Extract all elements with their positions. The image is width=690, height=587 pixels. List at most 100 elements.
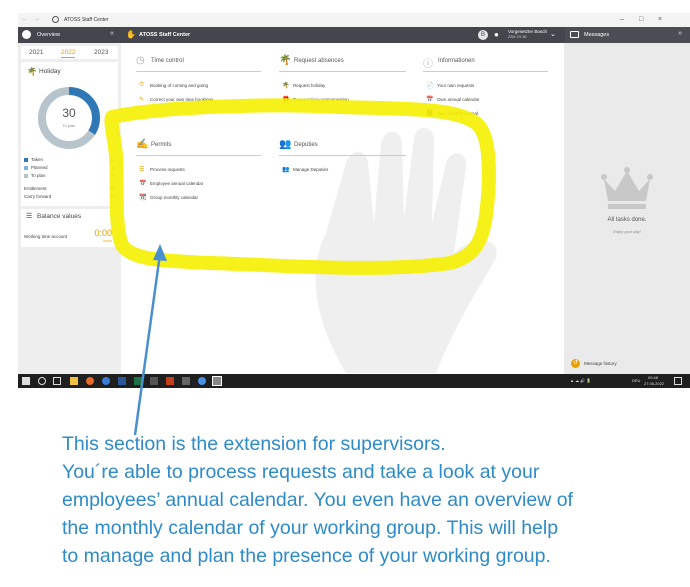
section-deputies: 👥 Deputies 👥 Manage Deputies: [279, 139, 406, 179]
link-correct-bookings[interactable]: ✎ Correct your own time bookings: [136, 96, 261, 104]
hand-logo-icon: ✋: [126, 30, 136, 39]
powerpoint-icon[interactable]: [166, 377, 174, 385]
envelope-icon: [570, 31, 579, 38]
window-titlebar: ← → ATOSS Staff Center – □ ×: [18, 13, 690, 27]
user-name[interactable]: Vorgesetzter Bosch: [508, 29, 547, 34]
calendar-icon: 📆: [139, 195, 147, 201]
link-employee-annual-calendar[interactable]: 📅 Employee annual calendar: [136, 180, 261, 188]
entitlement-row: Entitlement 30: [24, 186, 115, 193]
clock-time[interactable]: 09:48: [648, 375, 658, 380]
link-booking-coming-going[interactable]: ⏱ Booking of coming and going: [136, 82, 261, 90]
link-request-holiday[interactable]: 🌴 Request holiday: [279, 82, 406, 90]
tray-icons[interactable]: ▲ ☁ 🔊 🔋: [570, 378, 591, 383]
app-icon[interactable]: [182, 377, 190, 385]
task-view-icon[interactable]: [53, 377, 61, 385]
section-divider: [136, 71, 261, 72]
app-title: ATOSS Staff Center: [139, 32, 191, 38]
link-process-requests[interactable]: ☰ Process requests: [136, 166, 261, 174]
word-icon[interactable]: [118, 377, 126, 385]
close-button[interactable]: ×: [658, 16, 662, 23]
link-own-requests[interactable]: 📄 Your own requests: [423, 82, 548, 90]
notification-badge[interactable]: B: [478, 30, 488, 40]
legend-row-planned: Planned 0: [24, 165, 115, 172]
info-icon: ⓘ: [423, 59, 433, 70]
section-divider: [136, 155, 261, 156]
user-icon[interactable]: ●: [494, 30, 499, 39]
notification-center-icon[interactable]: [674, 377, 682, 385]
callout-line: You´re able to process requests and take…: [62, 461, 540, 483]
overview-label[interactable]: Overview: [37, 32, 60, 38]
link-label: Own annual calendar: [437, 97, 480, 102]
palm-tree-icon: 🌴: [282, 83, 290, 89]
gift-icon: 🎁: [282, 97, 290, 103]
link-own-monthly-journal[interactable]: 📓 Own monthly journal: [423, 110, 548, 118]
history-icon[interactable]: ↺: [571, 359, 580, 368]
legend-row-taken: Taken 17: [24, 157, 115, 164]
pen-icon: ✍: [136, 139, 149, 150]
collapse-sidebar-icon[interactable]: «: [110, 30, 114, 37]
message-history-link[interactable]: Message history: [584, 361, 617, 366]
holiday-card[interactable]: 🌴 Holiday 30 To plan Taken 17 Planned 0 …: [21, 62, 118, 206]
left-sidebar: 2021 2022 2023 🌴 Holiday 30 To plan Take…: [18, 43, 121, 374]
section-divider: [279, 71, 406, 72]
language-indicator[interactable]: DEU: [632, 378, 640, 383]
link-label: Own monthly journal: [437, 111, 479, 116]
entitlement-value: 30: [109, 186, 115, 191]
link-request-time-compensation[interactable]: 🎁 Request time compensation: [279, 96, 406, 104]
browser-icon[interactable]: [198, 377, 206, 385]
app-icon[interactable]: [150, 377, 158, 385]
search-icon[interactable]: [38, 377, 46, 385]
firefox-icon[interactable]: [86, 377, 94, 385]
forward-arrow-icon[interactable]: →: [34, 16, 40, 22]
year-tab-2023[interactable]: 2023: [94, 49, 108, 56]
link-group-monthly-calendar[interactable]: 📆 Group monthly calendar: [136, 194, 261, 202]
main-content: ◷ Time control ⏱ Booking of coming and g…: [121, 43, 564, 374]
file-explorer-icon[interactable]: [70, 377, 78, 385]
section-title: Request absences: [294, 58, 344, 64]
carry-forward-value: 17: [109, 194, 115, 199]
stopwatch-icon: ⏱: [139, 82, 144, 88]
legend-value: 0: [112, 165, 115, 170]
messages-panel: All tasks done. Enjoy your day! ↺ Messag…: [564, 43, 690, 374]
link-label: Your own requests: [437, 83, 475, 88]
all-tasks-done-text: All tasks done.: [607, 217, 647, 223]
excel-icon[interactable]: [134, 377, 142, 385]
chevron-down-icon[interactable]: ⌄: [550, 30, 556, 38]
app-header: Overview « ✋ ATOSS Staff Center B ● Vorg…: [18, 27, 690, 43]
user-subtitle: ZSM 1% 38: [508, 35, 527, 39]
callout-line: the monthly calendar of your working gro…: [62, 517, 559, 539]
journal-icon: 📓: [426, 111, 434, 117]
overview-icon[interactable]: [22, 30, 31, 39]
section-time-control: ◷ Time control ⏱ Booking of coming and g…: [136, 55, 261, 105]
working-time-unit: hours: [103, 239, 112, 243]
clock-icon: ◷: [136, 55, 145, 66]
edge-icon[interactable]: [102, 377, 110, 385]
minimize-button[interactable]: –: [620, 16, 624, 23]
palm-tree-icon: 🌴: [279, 55, 292, 66]
section-informationen: ⓘ Informationen 📄 Your own requests 📅 Ow…: [423, 55, 548, 120]
os-taskbar: ▲ ☁ 🔊 🔋 DEU 09:48 27.06.2022: [18, 374, 690, 388]
link-manage-deputies[interactable]: 👥 Manage Deputies: [279, 166, 406, 174]
palm-tree-icon: 🌴: [27, 67, 37, 76]
holiday-remaining-value: 30: [62, 106, 76, 120]
clock-date[interactable]: 27.06.2022: [644, 381, 664, 386]
back-arrow-icon[interactable]: ←: [22, 16, 28, 22]
windows-start-icon[interactable]: [22, 377, 30, 385]
balance-card[interactable]: ☰ Balance values Working time account 0:…: [21, 209, 118, 247]
window-title: ATOSS Staff Center: [64, 17, 109, 23]
enjoy-day-text: Enjoy your day!: [613, 229, 641, 234]
app-logo-icon: [52, 16, 59, 23]
carry-forward-label: Carry forward: [24, 194, 52, 199]
expand-messages-icon[interactable]: »: [678, 30, 682, 37]
legend-value: 17: [109, 157, 115, 162]
year-tab-2022[interactable]: 2022: [61, 49, 76, 58]
maximize-button[interactable]: □: [639, 16, 643, 23]
callout-line: to manage and plan the presence of your …: [62, 545, 551, 567]
atoss-app-icon[interactable]: [212, 376, 222, 386]
section-request-absences: 🌴 Request absences 🌴 Request holiday 🎁 R…: [279, 55, 406, 105]
messages-label: Messages: [584, 32, 610, 38]
link-own-annual-calendar[interactable]: 📅 Own annual calendar: [423, 96, 548, 104]
year-tab-2021[interactable]: 2021: [29, 49, 43, 56]
legend-value: 30: [109, 173, 115, 178]
link-label: Request holiday: [293, 83, 326, 88]
